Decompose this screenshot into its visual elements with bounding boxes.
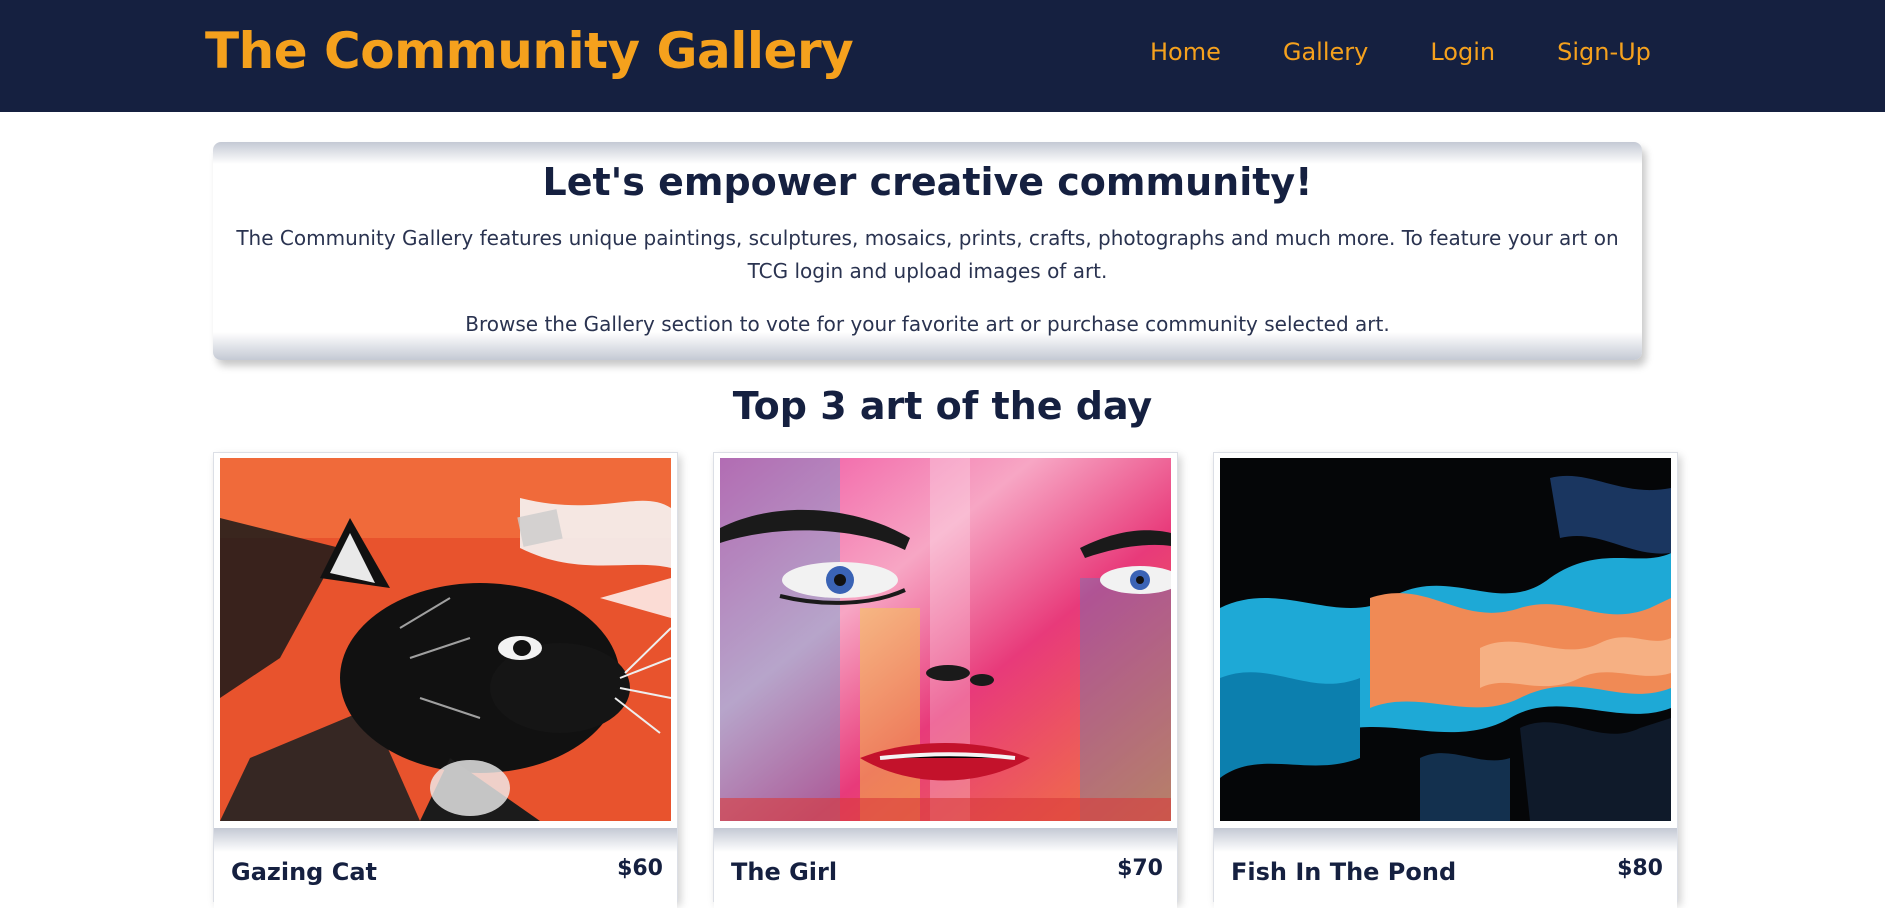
nav-link-gallery[interactable]: Gallery xyxy=(1283,38,1368,66)
art-image-the-girl[interactable] xyxy=(720,458,1171,821)
art-card-footer: The Girl $70 xyxy=(714,828,1177,908)
art-card-gazing-cat[interactable]: Gazing Cat $60 xyxy=(213,452,678,908)
nav-link-home[interactable]: Home xyxy=(1150,38,1221,66)
nav-link-login[interactable]: Login xyxy=(1430,38,1495,66)
art-title[interactable]: The Girl xyxy=(731,858,837,886)
navbar: The Community Gallery Home Gallery Login… xyxy=(0,0,1885,112)
art-price: $80 xyxy=(1617,856,1663,881)
art-price: $60 xyxy=(617,856,663,881)
intro-title: Let's empower creative community! xyxy=(542,160,1313,204)
art-image-fish-in-the-pond[interactable] xyxy=(1220,458,1671,821)
intro-paragraph-browse: Browse the Gallery section to vote for y… xyxy=(465,312,1390,336)
art-title[interactable]: Fish In The Pond xyxy=(1231,858,1456,886)
art-image-gazing-cat[interactable] xyxy=(220,458,671,821)
site-brand[interactable]: The Community Gallery xyxy=(205,22,854,80)
art-price: $70 xyxy=(1117,856,1163,881)
nav-link-signup[interactable]: Sign-Up xyxy=(1557,38,1651,66)
art-card-the-girl[interactable]: The Girl $70 xyxy=(713,452,1178,908)
intro-card: Let's empower creative community! The Co… xyxy=(213,142,1642,360)
art-card-fish-in-the-pond[interactable]: Fish In The Pond $80 xyxy=(1213,452,1678,908)
nav-links: Home Gallery Login Sign-Up xyxy=(1150,38,1651,66)
intro-paragraph: The Community Gallery features unique pa… xyxy=(236,226,1619,283)
art-card-footer: Gazing Cat $60 xyxy=(214,828,677,908)
top-art-title: Top 3 art of the day xyxy=(732,384,1153,428)
art-card-footer: Fish In The Pond $80 xyxy=(1214,828,1677,908)
art-title[interactable]: Gazing Cat xyxy=(231,858,377,886)
